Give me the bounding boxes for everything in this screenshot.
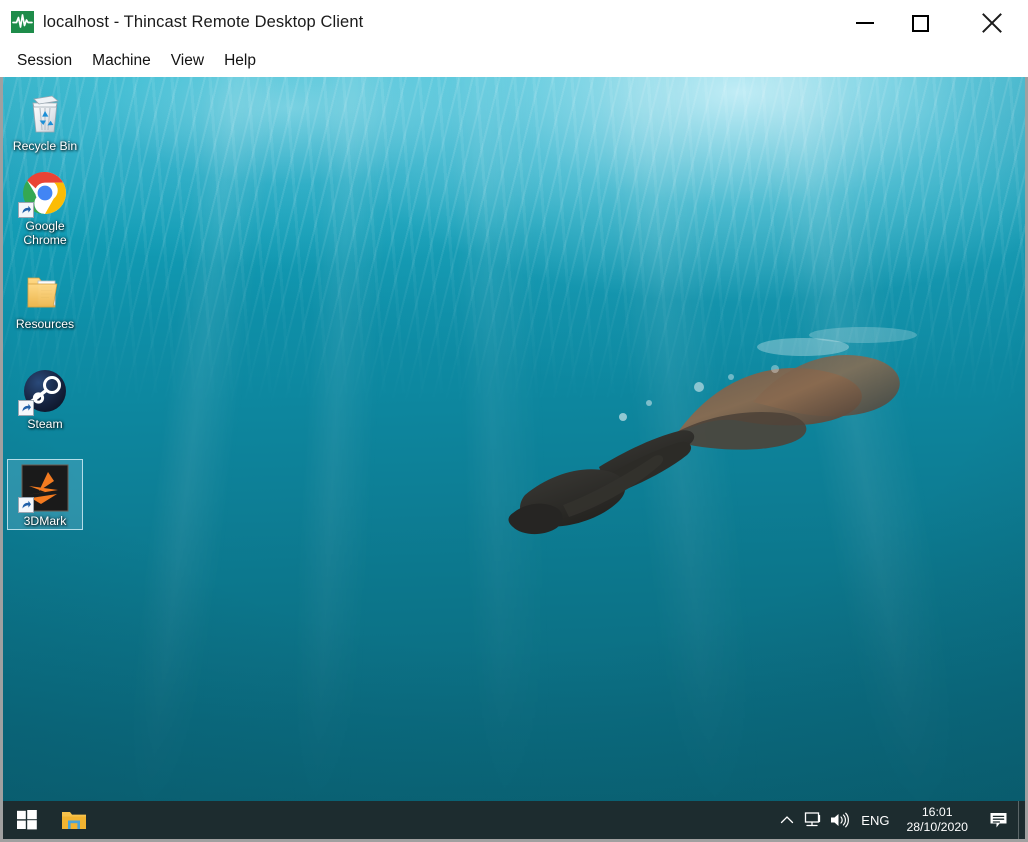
windows-logo-icon xyxy=(17,810,37,830)
minimize-button[interactable] xyxy=(844,0,890,45)
desktop-icon-label-line1: Google xyxy=(25,219,64,233)
window-titlebar: localhost - Thincast Remote Desktop Clie… xyxy=(0,0,1028,45)
system-tray: ENG 16:01 28/10/2020 xyxy=(774,801,1025,839)
thincast-remote-desktop-window: localhost - Thincast Remote Desktop Clie… xyxy=(0,0,1028,842)
desktop-icon-label: 3DMark xyxy=(8,515,82,529)
maximize-button[interactable] xyxy=(899,0,945,45)
clock-time: 16:01 xyxy=(922,805,953,820)
shortcut-overlay-icon xyxy=(18,497,34,513)
google-chrome-icon xyxy=(21,169,69,217)
wallpaper-vignette xyxy=(3,77,1025,839)
maximize-icon xyxy=(912,15,929,32)
tray-volume-button[interactable] xyxy=(826,801,852,839)
shortcut-overlay-icon xyxy=(18,202,34,218)
close-button[interactable] xyxy=(970,0,1016,45)
desktop-icon-3dmark[interactable]: 3DMark xyxy=(7,459,83,530)
speaker-icon xyxy=(829,811,849,829)
windows-taskbar: ENG 16:01 28/10/2020 xyxy=(3,801,1025,839)
desktop-icon-label: Resources xyxy=(7,318,83,332)
desktop-icon-label: Steam xyxy=(7,418,83,432)
menu-item-session[interactable]: Session xyxy=(7,48,82,75)
network-monitor-icon xyxy=(803,811,823,829)
tray-clock[interactable]: 16:01 28/10/2020 xyxy=(898,801,978,839)
desktop-icon-recycle-bin[interactable]: Recycle Bin xyxy=(7,85,83,154)
menu-item-view[interactable]: View xyxy=(161,48,214,75)
tray-action-center-button[interactable] xyxy=(978,801,1018,839)
desktop-icon-resources[interactable]: Resources xyxy=(7,263,83,332)
tray-network-button[interactable] xyxy=(800,801,826,839)
tray-language-indicator[interactable]: ENG xyxy=(852,801,898,839)
desktop-icon-steam[interactable]: Steam xyxy=(7,363,83,432)
steam-icon xyxy=(21,367,69,415)
3dmark-icon xyxy=(21,464,69,512)
menubar: Session Machine View Help xyxy=(0,45,1028,77)
menu-item-help[interactable]: Help xyxy=(214,48,266,75)
chevron-up-icon xyxy=(780,813,794,827)
taskbar-item-file-explorer[interactable] xyxy=(51,801,97,839)
speech-bubble-icon xyxy=(989,811,1008,829)
window-title: localhost - Thincast Remote Desktop Clie… xyxy=(43,10,363,34)
menu-item-machine[interactable]: Machine xyxy=(82,48,161,75)
recycle-bin-icon xyxy=(21,89,69,137)
remote-windows-desktop[interactable]: Recycle Bin xyxy=(3,77,1025,839)
desktop-icon-label: Google Chrome xyxy=(7,220,83,247)
show-desktop-button[interactable] xyxy=(1018,801,1025,839)
tray-overflow-button[interactable] xyxy=(774,801,800,839)
pulse-waveform-icon xyxy=(11,11,34,33)
desktop-icon-google-chrome[interactable]: Google Chrome xyxy=(7,165,83,247)
clock-date: 28/10/2020 xyxy=(906,820,968,835)
folder-document-icon xyxy=(21,267,69,315)
file-explorer-icon xyxy=(61,808,87,832)
shortcut-overlay-icon xyxy=(18,400,34,416)
desktop-icon-label-line2: Chrome xyxy=(23,233,66,247)
start-button[interactable] xyxy=(3,801,51,839)
desktop-icon-label: Recycle Bin xyxy=(7,140,83,154)
minimize-icon xyxy=(856,22,874,24)
remote-desktop-viewport[interactable]: Recycle Bin xyxy=(0,77,1028,842)
